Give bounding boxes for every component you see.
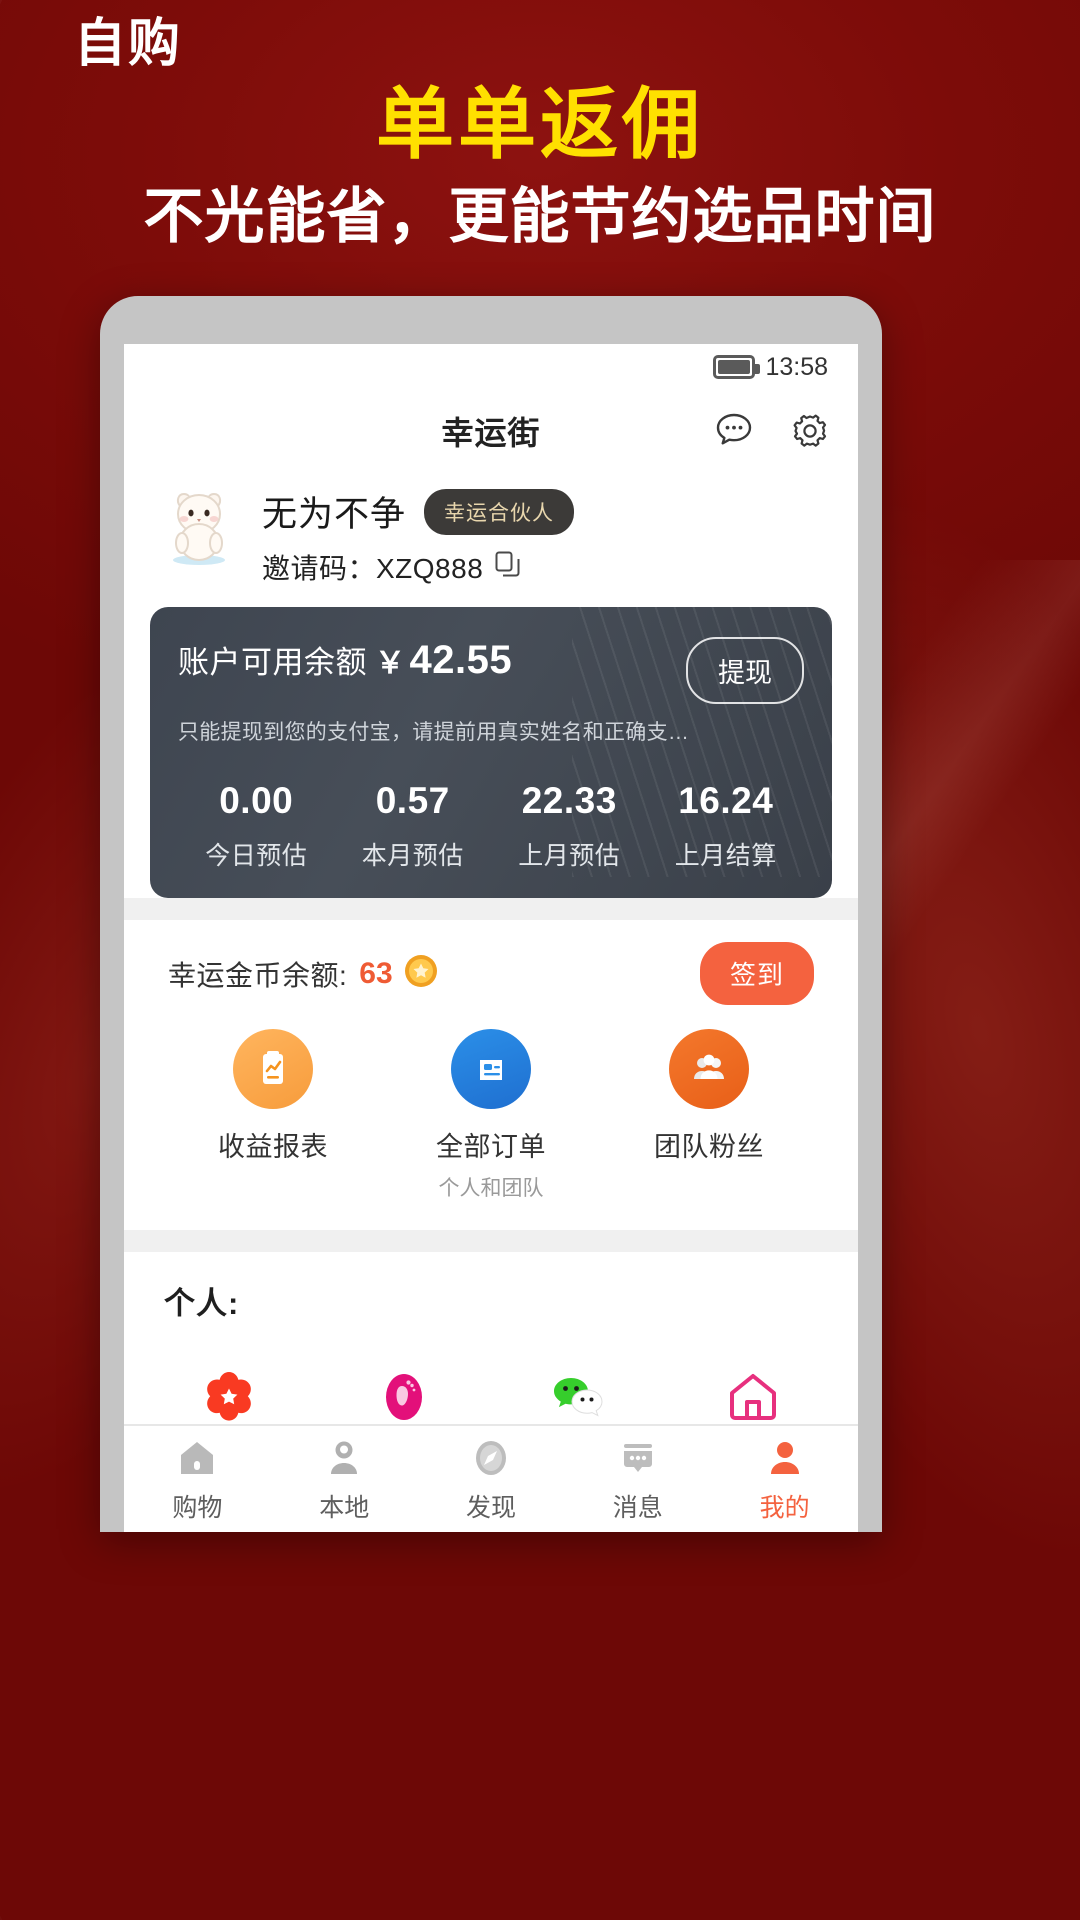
withdraw-button[interactable]: 提现 <box>686 637 804 704</box>
coins-value: 63 <box>359 956 393 990</box>
balance-card-wrapper: 账户可用余额 ￥ 42.55 提现 只能提现到您的支付宝，请提前用真实姓名和正确… <box>124 607 858 898</box>
bear-avatar[interactable] <box>158 480 240 566</box>
services-row: 收益报表 全部订单 个人和团队 团队粉丝 <box>168 1005 814 1224</box>
service-label: 团队粉丝 <box>654 1132 764 1162</box>
grid-item-address[interactable]: 收货地址 <box>666 1345 841 1424</box>
profile-section: 无为不争 幸运合伙人 邀请码：XZQ888 <box>124 472 858 607</box>
stat-item[interactable]: 22.33 上月预估 <box>491 780 648 872</box>
profile-info: 无为不争 幸运合伙人 邀请码：XZQ888 <box>262 480 575 587</box>
tab-label: 本地 <box>319 1494 370 1522</box>
app-bar-actions <box>712 409 832 453</box>
flower-star-icon <box>142 1359 317 1424</box>
username: 无为不争 <box>262 495 407 534</box>
home-address-icon <box>666 1359 841 1424</box>
coins-label: 幸运金币余额: <box>168 959 348 991</box>
balance-amount: 42.55 <box>409 638 513 682</box>
personal-grid: 我的收藏 我的足迹 <box>124 1323 858 1424</box>
invite-code: 邀请码：XZQ888 <box>262 553 484 584</box>
phone-screen: 13:58 幸运街 无为不争 幸运合伙人 邀请码：XZQ888 账户可用余额 ￥… <box>124 344 858 1532</box>
service-sublabel: 个人和团队 <box>438 1177 544 1200</box>
balance-label: 账户可用余额 <box>178 645 367 680</box>
signin-button[interactable]: 签到 <box>699 942 814 1005</box>
gold-coin-icon <box>403 953 439 994</box>
stat-value: 16.24 <box>678 780 774 821</box>
service-label: 全部订单 <box>436 1132 546 1162</box>
tab-local[interactable]: 本地 <box>271 1434 418 1524</box>
stat-item[interactable]: 0.00 今日预估 <box>178 780 335 872</box>
stat-label: 本月预估 <box>361 842 464 870</box>
status-clock: 13:58 <box>765 352 828 381</box>
service-item-orders[interactable]: 全部订单 个人和团队 <box>406 1029 576 1202</box>
copy-icon[interactable] <box>495 551 521 584</box>
currency-symbol: ￥ <box>375 647 406 680</box>
coins-row: 幸运金币余额: 63 签到 <box>168 942 814 1005</box>
bottom-tab-bar: 购物 本地 发现 消息 我的 <box>124 1424 858 1532</box>
status-bar: 13:58 <box>124 344 858 390</box>
balance-label-group: 账户可用余额 ￥ 42.55 <box>178 637 512 683</box>
tab-discover[interactable]: 发现 <box>418 1434 565 1524</box>
stat-label: 上月预估 <box>518 842 621 870</box>
grid-item-footprints[interactable]: 我的足迹 <box>317 1345 492 1424</box>
promo-subtitle: 不光能省，更能节约选品时间 <box>143 183 937 250</box>
stat-value: 0.57 <box>375 780 450 821</box>
tab-profile[interactable]: 我的 <box>711 1434 858 1524</box>
compass-icon <box>418 1434 565 1482</box>
footprint-icon <box>317 1359 492 1424</box>
tab-messages[interactable]: 消息 <box>564 1434 711 1524</box>
balance-note: 只能提现到您的支付宝，请提前用真实姓名和正确支… <box>178 721 690 744</box>
stat-item[interactable]: 0.57 本月预估 <box>335 780 492 872</box>
wechat-icon <box>491 1359 666 1424</box>
service-item-team[interactable]: 团队粉丝 <box>624 1029 794 1202</box>
section-divider-2 <box>124 1230 858 1252</box>
gear-icon[interactable] <box>788 409 832 453</box>
message-icon <box>564 1434 711 1482</box>
tab-label: 购物 <box>172 1494 223 1522</box>
tab-label: 发现 <box>465 1494 516 1522</box>
tab-label: 我的 <box>759 1494 810 1522</box>
stat-value: 0.00 <box>219 780 294 821</box>
stat-item[interactable]: 16.24 上月结算 <box>648 780 805 872</box>
coins-services-card: 幸运金币余额: 63 签到 收益报表 全部订单 个人和团队 团队粉丝 <box>142 920 840 1230</box>
personal-section: 个人: 我的收藏 <box>124 1252 858 1424</box>
chat-bubble-icon[interactable] <box>712 409 756 453</box>
report-chart-icon <box>233 1029 313 1109</box>
tab-label: 消息 <box>612 1494 663 1522</box>
grid-item-wechat[interactable]: 用户微信群 <box>491 1345 666 1424</box>
profile-icon <box>711 1434 858 1482</box>
stat-value: 22.33 <box>521 780 617 821</box>
stat-label: 上月结算 <box>674 842 777 870</box>
location-icon <box>271 1434 418 1482</box>
app-bar: 幸运街 <box>124 390 858 472</box>
service-item-report[interactable]: 收益报表 <box>188 1029 358 1202</box>
personal-heading: 个人: <box>164 1286 240 1321</box>
balance-card: 账户可用余额 ￥ 42.55 提现 只能提现到您的支付宝，请提前用真实姓名和正确… <box>150 607 832 898</box>
phone-frame: 13:58 幸运街 无为不争 幸运合伙人 邀请码：XZQ888 账户可用余额 ￥… <box>100 296 882 1532</box>
tab-shopping[interactable]: 购物 <box>124 1434 271 1524</box>
order-list-icon <box>451 1029 531 1109</box>
balance-stats: 0.00 今日预估 0.57 本月预估 22.33 上月预估 16.24 上月结… <box>178 780 804 872</box>
home-icon <box>124 1434 271 1482</box>
stat-label: 今日预估 <box>205 842 308 870</box>
battery-icon <box>713 355 761 379</box>
service-label: 收益报表 <box>218 1132 328 1162</box>
section-divider <box>124 898 858 920</box>
status-badge: 幸运合伙人 <box>424 488 575 535</box>
grid-item-favorites[interactable]: 我的收藏 <box>142 1345 317 1424</box>
promo-title: 单单返佣 <box>375 80 704 168</box>
team-fans-icon <box>669 1029 749 1109</box>
